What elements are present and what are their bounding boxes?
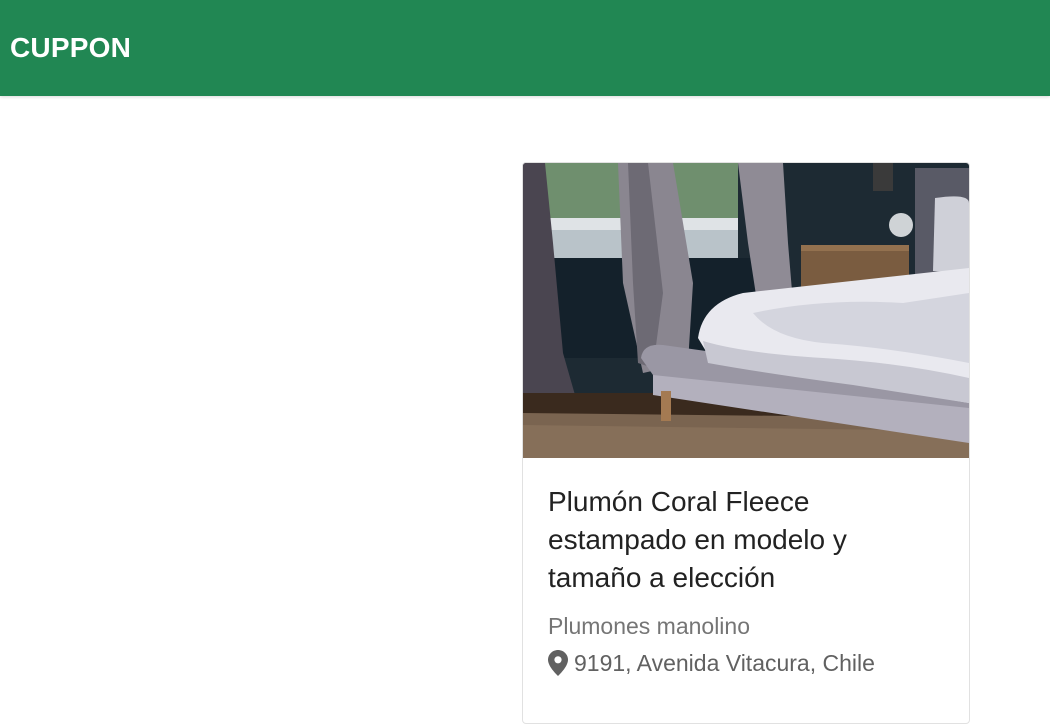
bedroom-photo-illustration xyxy=(523,163,969,458)
brand-logo[interactable]: CUPPON xyxy=(10,30,131,66)
deal-card[interactable]: Plumón Coral Fleece estampado en modelo … xyxy=(522,162,970,724)
deal-title[interactable]: Plumón Coral Fleece estampado en modelo … xyxy=(548,483,948,597)
deal-location: 9191, Avenida Vitacura, Chile xyxy=(548,648,875,678)
app-bar: CUPPON xyxy=(0,0,1050,96)
merchant-name: Plumones manolino xyxy=(548,613,751,639)
deal-image[interactable] xyxy=(523,163,969,458)
location-text: 9191, Avenida Vitacura, Chile xyxy=(574,650,875,676)
map-pin-icon xyxy=(548,650,568,676)
